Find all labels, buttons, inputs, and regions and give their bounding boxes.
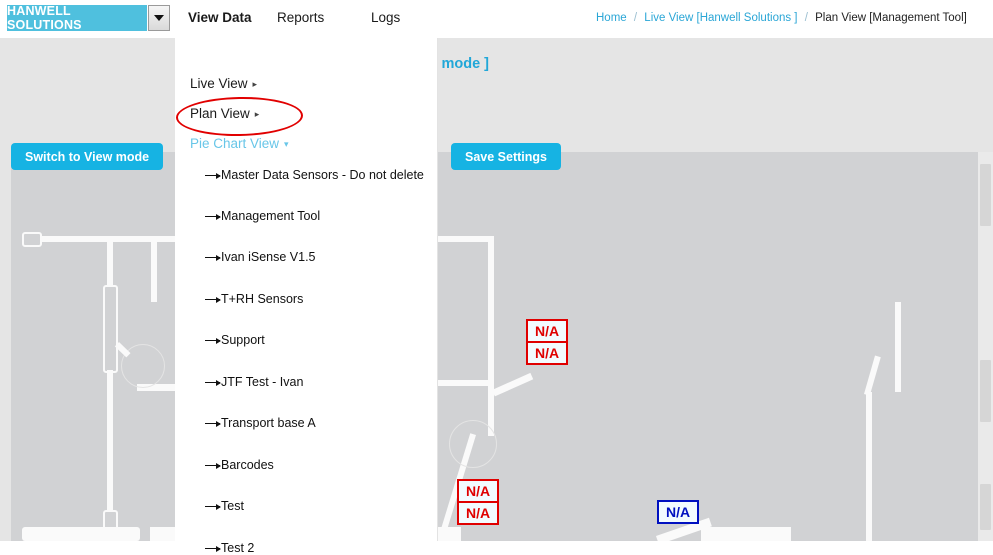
menu-item-pie-chart-view[interactable]: Pie Chart View ▾: [190, 136, 289, 151]
menu-subitem-label: Ivan iSense V1.5: [221, 250, 316, 264]
view-data-dropdown-menu[interactable]: Live View ▸ Plan View ▸ Pie Chart View ▾ Mast…: [175, 31, 438, 555]
sensor-reading-value: N/A: [466, 483, 491, 499]
sensor-marker[interactable]: N/A: [657, 500, 700, 524]
arrow-right-icon: [205, 545, 221, 552]
menu-item-plan-view[interactable]: Plan View ▸: [190, 106, 259, 121]
scrollbar-thumb[interactable]: [980, 484, 991, 530]
door-swing-arc: [449, 420, 497, 468]
scrollbar-thumb[interactable]: [980, 360, 991, 422]
toolbar: ment Tool[ Edit mode ] Switch to View mo…: [0, 38, 993, 170]
wall-segment: [895, 302, 901, 392]
arrow-right-icon: [205, 213, 221, 220]
chevron-down-icon[interactable]: [148, 5, 170, 31]
caret-down-icon: ▾: [284, 139, 289, 149]
menu-subitem[interactable]: T+RH Sensors: [205, 292, 303, 306]
breadcrumb-home[interactable]: Home: [596, 12, 627, 24]
door-opening: [103, 285, 118, 373]
wall-segment: [107, 236, 113, 288]
menu-subitem-label: Management Tool: [221, 209, 321, 223]
top-navigation-bar: HANWELL SOLUTIONS View Data Reports Logs H…: [0, 0, 993, 38]
menu-subitem[interactable]: JTF Test - Ivan: [205, 375, 303, 389]
menu-subitem[interactable]: Barcodes: [205, 458, 274, 472]
menu-subitem[interactable]: Support: [205, 333, 265, 347]
breadcrumb-live-view[interactable]: Live View [Hanwell Solutions ]: [644, 12, 797, 24]
arrow-right-icon: [205, 296, 221, 303]
sensor-marker[interactable]: N/A N/A: [526, 319, 569, 365]
breadcrumb: Home / Live View [Hanwell Solutions ] / …: [596, 12, 967, 24]
chevron-down-glyph: [154, 15, 164, 21]
arrow-right-icon: [205, 254, 221, 261]
nav-item-view-data[interactable]: View Data: [188, 10, 252, 25]
menu-subitem-label: Test: [221, 499, 244, 513]
wall-segment-diagonal: [864, 355, 881, 396]
wall-segment: [488, 236, 494, 436]
menu-subitem-label: JTF Test - Ivan: [221, 375, 304, 389]
menu-subitem-label: Master Data Sensors - Do not delete: [221, 168, 424, 182]
floor-plan-canvas[interactable]: N/A N/A N/A N/A N/A: [0, 152, 993, 541]
breadcrumb-separator: /: [633, 12, 638, 24]
menu-subitem[interactable]: Ivan iSense V1.5: [205, 250, 316, 264]
menu-item-label: Pie Chart View: [190, 136, 280, 151]
door-opening: [22, 232, 42, 247]
arrow-right-icon: [205, 337, 221, 344]
switch-to-view-mode-button[interactable]: Switch to View mode: [11, 143, 164, 170]
wall-segment: [151, 240, 157, 302]
menu-item-live-view[interactable]: Live View ▸: [190, 76, 257, 91]
arrow-right-icon: [205, 379, 221, 386]
menu-subitem-label: Test 2: [221, 541, 255, 555]
caret-right-icon: ▸: [254, 109, 260, 119]
menu-subitem[interactable]: Test 2: [205, 541, 254, 555]
brand-logo-button[interactable]: HANWELL SOLUTIONS: [7, 4, 147, 32]
menu-subitem[interactable]: Management Tool: [205, 209, 320, 223]
menu-subitem-label: Transport base A: [221, 416, 316, 430]
menu-subitem-label: Barcodes: [221, 458, 274, 472]
breadcrumb-separator: /: [804, 12, 808, 24]
scrollbar-thumb[interactable]: [980, 164, 991, 226]
sensor-reading-value: N/A: [528, 341, 567, 363]
menu-item-label: Plan View: [190, 106, 250, 121]
menu-subitem[interactable]: Master Data Sensors - Do not delete: [205, 168, 424, 182]
vertical-scrollbar[interactable]: [978, 152, 993, 541]
save-settings-button[interactable]: Save Settings: [451, 143, 561, 170]
menu-subitem[interactable]: Test: [205, 499, 244, 513]
sensor-reading-value: N/A: [459, 501, 498, 523]
arrow-right-icon: [205, 172, 221, 179]
sensor-reading-value: N/A: [535, 323, 560, 339]
menu-item-label: Live View: [190, 76, 248, 91]
wall-segment: [22, 527, 140, 541]
arrow-right-icon: [205, 503, 221, 510]
nav-item-logs[interactable]: Logs: [371, 10, 400, 25]
wall-segment: [107, 370, 113, 513]
arrow-right-icon: [205, 420, 221, 427]
menu-subitem[interactable]: Transport base A: [205, 416, 316, 430]
sensor-marker[interactable]: N/A N/A: [457, 479, 500, 525]
menu-subitem-label: T+RH Sensors: [221, 292, 304, 306]
nav-item-reports[interactable]: Reports: [277, 10, 324, 25]
floor-plan-image[interactable]: N/A N/A N/A N/A N/A: [11, 152, 978, 541]
wall-segment-diagonal: [492, 372, 534, 397]
wall-segment: [866, 392, 872, 541]
breadcrumb-current: Plan View [Management Tool]: [815, 12, 967, 24]
arrow-right-icon: [205, 462, 221, 469]
wall-segment: [701, 527, 791, 541]
menu-subitem-label: Support: [221, 333, 265, 347]
sensor-reading-value: N/A: [666, 504, 691, 520]
caret-right-icon: ▸: [252, 79, 258, 89]
